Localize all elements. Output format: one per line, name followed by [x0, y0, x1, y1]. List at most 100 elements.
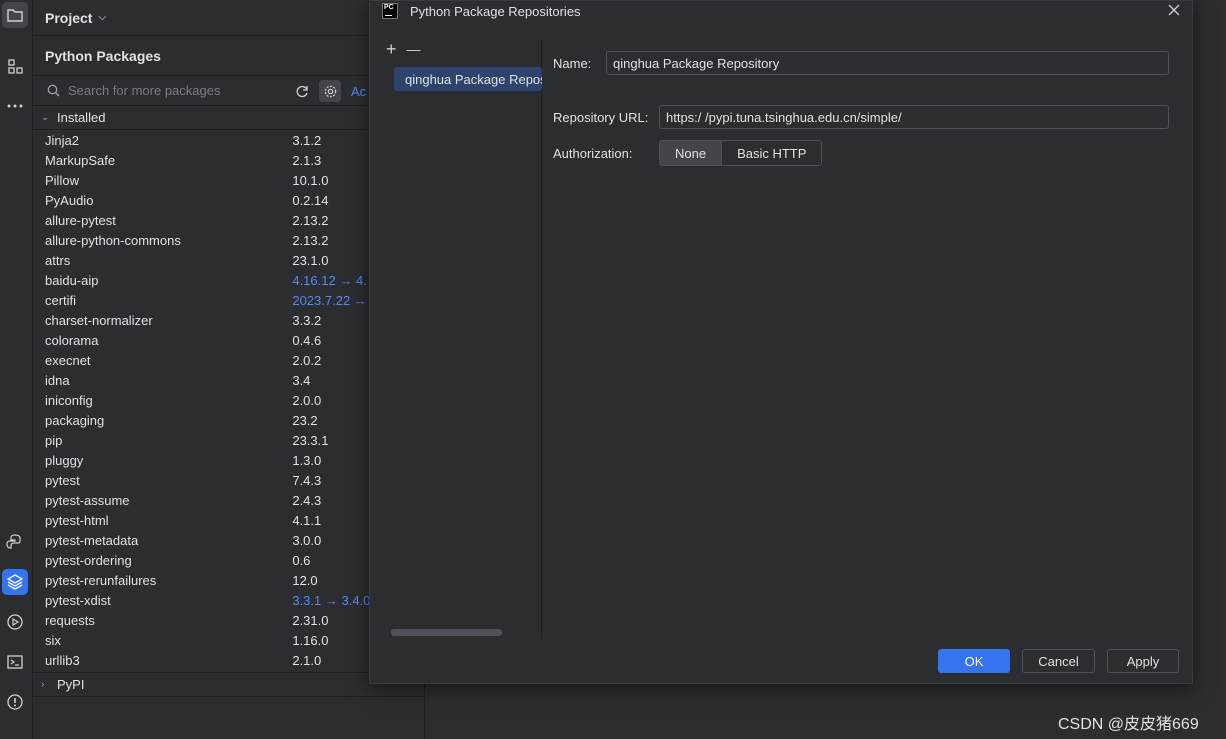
package-name: allure-pytest [45, 212, 116, 228]
close-icon [1168, 4, 1180, 16]
package-row[interactable]: pytest-ordering 0.6 [33, 550, 424, 570]
terminal-icon[interactable] [2, 649, 28, 675]
add-package-link[interactable]: Ac [351, 84, 366, 99]
package-row[interactable]: allure-pytest 2.13.2 [33, 210, 424, 230]
package-name: pytest-xdist [45, 592, 111, 608]
package-name: Pillow [45, 172, 79, 188]
package-name: attrs [45, 252, 71, 268]
package-row[interactable]: pytest-xdist 3.3.1 → 3.4.0 [33, 590, 424, 610]
package-name: certifi [45, 292, 77, 308]
installed-label: Installed [57, 110, 106, 125]
package-row[interactable]: pytest-assume 2.4.3 [33, 490, 424, 510]
structure-icon[interactable] [2, 54, 28, 80]
package-row[interactable]: colorama 0.4.6 [33, 330, 424, 350]
auth-option-none[interactable]: None [660, 141, 723, 165]
package-row[interactable]: requests 2.31.0 [33, 610, 424, 630]
package-name: iniconfig [45, 392, 93, 408]
chevron-down-icon: ⌵ [98, 12, 107, 23]
package-name: Jinja2 [45, 132, 79, 148]
package-name: colorama [45, 332, 99, 348]
package-row[interactable]: pytest-html 4.1.1 [33, 510, 424, 530]
project-menu-label: Project [45, 9, 93, 26]
search-input[interactable]: Search for more packages [68, 83, 220, 98]
package-row[interactable]: packaging 23.2 [33, 410, 424, 430]
package-row[interactable]: baidu-aip 4.16.12 → 4. [33, 270, 424, 290]
package-row[interactable]: certifi 2023.7.22 → [33, 290, 424, 310]
remove-repository-button[interactable]: — [407, 41, 421, 57]
settings-button[interactable] [319, 80, 341, 102]
package-row[interactable]: attrs 23.1.0 [33, 250, 424, 270]
gear-icon [324, 85, 336, 97]
chevron-down-icon: ⌄ [41, 112, 50, 123]
package-row[interactable]: iniconfig 2.0.0 [33, 390, 424, 410]
pypi-section-header[interactable]: › PyPI [33, 672, 425, 697]
package-name: PyAudio [45, 192, 94, 208]
problems-icon[interactable] [2, 689, 28, 715]
package-name: allure-python-commons [45, 232, 181, 248]
python-console-icon[interactable] [2, 529, 28, 555]
refresh-button[interactable] [291, 80, 313, 102]
package-row[interactable]: allure-python-commons 2.13.2 [33, 230, 424, 250]
horizontal-scrollbar[interactable] [391, 629, 502, 636]
package-name: pytest [45, 472, 80, 488]
package-name: charset-normalizer [45, 312, 153, 328]
auth-option-basic-http[interactable]: Basic HTTP [722, 141, 821, 165]
url-row: Repository URL: https:/ /pypi.tuna.tsing… [553, 105, 1169, 129]
logo-text: PC [384, 4, 394, 11]
add-repository-button[interactable]: + [386, 39, 397, 60]
package-row[interactable]: charset-normalizer 3.3.2 [33, 310, 424, 330]
package-row[interactable]: urllib3 2.1.0 [33, 650, 424, 670]
pypi-label: PyPI [57, 677, 85, 692]
package-row[interactable]: pip 23.3.1 [33, 430, 424, 450]
package-name: execnet [45, 352, 91, 368]
pycharm-logo-icon: PC [382, 3, 398, 19]
package-row[interactable]: PyAudio 0.2.14 [33, 190, 424, 210]
package-name: baidu-aip [45, 272, 99, 288]
project-folder-icon[interactable] [2, 2, 28, 28]
cancel-button[interactable]: Cancel [1022, 649, 1095, 673]
ok-button[interactable]: OK [938, 649, 1010, 673]
package-name: idna [45, 372, 70, 388]
package-row[interactable]: six 1.16.0 [33, 630, 424, 650]
package-row[interactable]: Pillow 10.1.0 [33, 170, 424, 190]
python-packages-icon[interactable] [2, 569, 28, 595]
python-packages-panel: Project ⌵ Python Packages Search for mor… [33, 0, 425, 739]
package-row[interactable]: idna 3.4 [33, 370, 424, 390]
repository-list-item[interactable]: qinghua Package Repository [394, 67, 542, 91]
package-name: packaging [45, 412, 105, 428]
chevron-right-icon: › [41, 679, 45, 690]
name-field[interactable]: qinghua Package Repository [606, 51, 1169, 75]
services-icon[interactable] [2, 609, 28, 635]
package-row[interactable]: Jinja2 3.1.2 [33, 130, 424, 150]
project-menu[interactable]: Project ⌵ [33, 0, 424, 36]
package-name: pytest-assume [45, 492, 130, 508]
authorization-label: Authorization: [553, 145, 633, 161]
name-row: Name: qinghua Package Repository [553, 51, 1169, 75]
package-name: urllib3 [45, 652, 80, 668]
package-name: six [45, 632, 61, 648]
repository-url-field[interactable]: https:/ /pypi.tuna.tsinghua.edu.cn/simpl… [659, 105, 1169, 129]
package-repositories-dialog: PC Python Package Repositories + — qingh… [369, 0, 1193, 684]
dialog-title-bar[interactable]: PC Python Package Repositories [370, 1, 1192, 21]
package-name: pytest-rerunfailures [45, 572, 157, 588]
apply-button[interactable]: Apply [1107, 649, 1179, 673]
authorization-row: Authorization: None Basic HTTP [553, 140, 823, 166]
package-row[interactable]: pluggy 1.3.0 [33, 450, 424, 470]
package-row[interactable]: pytest 7.4.3 [33, 470, 424, 490]
package-row[interactable]: execnet 2.0.2 [33, 350, 424, 370]
tool-window-strip [0, 0, 33, 739]
installed-package-list: Jinja2 3.1.2 MarkupSafe 2.1.3 Pillow 10.1.0 Py… [33, 130, 424, 670]
close-button[interactable] [1166, 2, 1182, 18]
package-row[interactable]: MarkupSafe 2.1.3 [33, 150, 424, 170]
panel-title: Python Packages [33, 36, 424, 76]
package-name: pytest-html [45, 512, 109, 528]
package-row[interactable]: pytest-metadata 3.0.0 [33, 530, 424, 550]
package-search[interactable]: Search for more packages Ac [33, 76, 424, 106]
refresh-icon [296, 85, 308, 97]
installed-section-header[interactable]: ⌄ Installed [33, 106, 424, 130]
more-icon[interactable] [2, 93, 28, 119]
name-label: Name: [553, 55, 592, 71]
dialog-title: Python Package Repositories [410, 3, 581, 19]
package-name: pip [45, 432, 63, 448]
package-row[interactable]: pytest-rerunfailures 12.0 [33, 570, 424, 590]
